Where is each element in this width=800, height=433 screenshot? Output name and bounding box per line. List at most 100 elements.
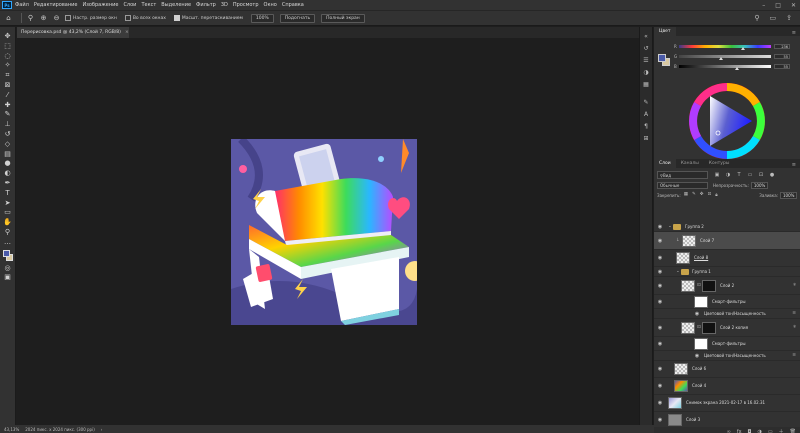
blur-icon[interactable]: ● (2, 158, 14, 168)
chevron-down-icon[interactable]: ⌄ (668, 224, 672, 230)
pen-icon[interactable]: ✒ (2, 178, 14, 188)
trash-icon[interactable]: 🗑︎ (790, 429, 796, 433)
tab-channels[interactable]: Каналы (676, 159, 704, 168)
r-slider-thumb[interactable] (741, 46, 745, 50)
collapse-panels-icon[interactable]: « (641, 31, 651, 43)
zoom-level[interactable]: 43,13% (4, 427, 19, 432)
search-icon[interactable]: ⚲ (754, 14, 759, 22)
all-windows-checkbox[interactable] (124, 15, 131, 21)
visibility-eye-icon[interactable]: ◉ (657, 299, 663, 305)
visibility-eye-icon[interactable]: ◉ (657, 325, 663, 331)
smart-filter-item[interactable]: ◉ Цветовой тон/Насыщенность ≡ (654, 309, 800, 319)
hand-icon[interactable]: ✋ (2, 217, 14, 227)
history-panel-icon[interactable]: ↺ (641, 43, 651, 55)
fill-screen-button[interactable]: Полный экран (321, 13, 365, 23)
fit-screen-button[interactable]: Подогнать (279, 13, 316, 23)
eraser-icon[interactable]: ◇ (2, 139, 14, 149)
fill-field[interactable]: 100% (780, 191, 797, 199)
layer-row[interactable]: ◉ ⊡ Слой 2 копия ⌾ (654, 319, 800, 337)
move-icon[interactable]: ✥ (2, 31, 14, 41)
photoshop-logo[interactable]: Ps (2, 1, 12, 9)
b-value[interactable]: 55 (774, 63, 790, 69)
opacity-field[interactable]: 100% (750, 181, 768, 189)
zoom-icon[interactable]: ⚲ (2, 227, 14, 237)
foreground-color[interactable] (2, 249, 10, 257)
new-layer-icon[interactable]: ＋ (779, 428, 784, 433)
brush-icon[interactable]: ✎ (2, 109, 14, 119)
canvas-area[interactable] (17, 38, 639, 425)
menu-edit[interactable]: Редактирование (34, 2, 78, 8)
filter-mask-thumbnail[interactable] (694, 295, 708, 308)
glyphs-panel-icon[interactable]: ⊞ (641, 133, 651, 145)
filter-options-icon[interactable]: ≡ (792, 353, 796, 359)
visibility-eye-icon[interactable]: ◉ (657, 255, 663, 261)
zoom-tool-icon[interactable]: ⚲ (26, 14, 35, 23)
g-slider-thumb[interactable] (719, 56, 723, 60)
tab-paths[interactable]: Контуры (704, 159, 735, 168)
menu-select[interactable]: Выделение (161, 2, 191, 8)
clone-stamp-icon[interactable]: ⊥ (2, 119, 14, 129)
tab-color[interactable]: Цвет (654, 27, 676, 36)
r-slider[interactable] (679, 44, 771, 50)
menu-3d[interactable]: 3D (221, 2, 228, 8)
visibility-eye-icon[interactable]: ◉ (657, 238, 663, 244)
smart-filter-icon[interactable]: ⌾ (793, 325, 796, 331)
menu-filter[interactable]: Фильтр (196, 2, 216, 8)
path-selection-icon[interactable]: ➤ (2, 198, 14, 208)
filter-options-icon[interactable]: ≡ (792, 311, 796, 317)
blend-mode-dropdown[interactable]: Обычные (657, 181, 708, 189)
eyedropper-icon[interactable]: ⁄ (2, 90, 14, 100)
more-tools-icon[interactable]: … (2, 237, 14, 247)
smart-filters-row[interactable]: ◉ Смарт-фильтры (654, 337, 800, 351)
status-arrow-icon[interactable]: › (101, 427, 103, 432)
visibility-eye-icon[interactable]: ◉ (657, 341, 663, 347)
home-icon[interactable]: ⌂ (4, 14, 13, 23)
artwork-canvas[interactable] (231, 139, 417, 325)
layer-row[interactable]: ◉ Снимок экрана 2021-02-17 в 16.02.31 (654, 395, 800, 412)
marquee-icon[interactable]: ⬚ (2, 41, 14, 51)
scrubby-zoom-checkbox[interactable] (173, 15, 180, 21)
history-brush-icon[interactable]: ↺ (2, 129, 14, 139)
g-slider[interactable] (679, 54, 771, 60)
layer-row[interactable]: ◉ ⌄ Группа 1 (654, 267, 800, 277)
menu-image[interactable]: Изображение (82, 2, 118, 8)
zoom-out-icon[interactable]: ⊖ (52, 14, 61, 23)
properties-panel-icon[interactable]: ☰ (641, 55, 651, 67)
close-icon[interactable]: ✕ (791, 2, 796, 9)
libraries-panel-icon[interactable]: ▦ (641, 79, 651, 91)
smart-filter-item[interactable]: ◉ Цветовой тон/Насыщенность ≡ (654, 351, 800, 361)
brush-settings-icon[interactable]: ✎ (641, 97, 651, 109)
menu-view[interactable]: Просмотр (233, 2, 259, 8)
paragraph-panel-icon[interactable]: ¶ (641, 121, 651, 133)
layer-filter-kind[interactable]: ⚲ Вид (657, 171, 708, 179)
close-tab-icon[interactable]: × (125, 30, 129, 35)
menu-window[interactable]: Окно (264, 2, 277, 8)
dodge-icon[interactable]: ◐ (2, 168, 14, 178)
minimize-icon[interactable]: – (762, 2, 765, 9)
magic-wand-icon[interactable]: ✧ (2, 60, 14, 70)
filter-mask-thumbnail[interactable] (694, 337, 708, 350)
layer-row-selected[interactable]: ◉ ↓ Слой 7 (654, 232, 800, 250)
visibility-eye-icon[interactable]: ◉ (657, 400, 663, 406)
filter-type-icon[interactable]: T (736, 172, 742, 178)
new-group-icon[interactable]: ▭ (768, 429, 773, 433)
layer-row[interactable]: ◉ ⊡ Слой 2 ⌾ (654, 277, 800, 295)
gradient-icon[interactable]: ▤ (2, 149, 14, 159)
zoom-in-icon[interactable]: ⊕ (39, 14, 48, 23)
visibility-eye-icon[interactable]: ◉ (657, 224, 663, 230)
visibility-eye-icon[interactable]: ◉ (657, 417, 663, 423)
lasso-icon[interactable]: ◌ (2, 51, 14, 61)
b-slider-thumb[interactable] (735, 66, 739, 70)
menu-type[interactable]: Текст (141, 2, 156, 8)
layer-style-icon[interactable]: fx (737, 429, 742, 433)
lock-pixels-icon[interactable]: ✎ (692, 192, 696, 198)
adjustment-layer-icon[interactable]: ◑ (758, 429, 762, 433)
zoom-100-button[interactable]: 100% (250, 13, 274, 23)
panel-foreground-swatch[interactable] (658, 54, 666, 62)
tab-layers[interactable]: Слои (654, 159, 676, 168)
adjustments-panel-icon[interactable]: ◑ (641, 67, 651, 79)
layers-menu-icon[interactable]: ≡ (792, 162, 796, 168)
lock-position-icon[interactable]: ✥ (700, 192, 704, 198)
menu-file[interactable]: Файл (15, 2, 29, 8)
visibility-eye-icon[interactable]: ◉ (657, 383, 663, 389)
